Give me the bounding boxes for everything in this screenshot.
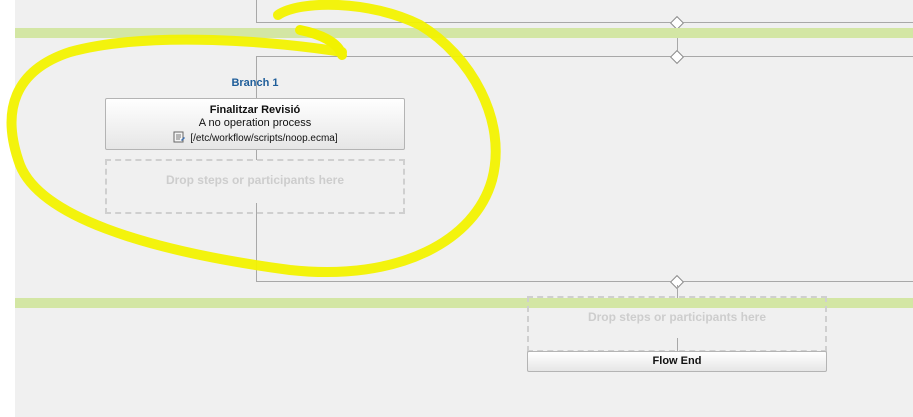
script-path-text: [/etc/workflow/scripts/noop.ecma]: [190, 133, 338, 144]
drop-zone-label: Drop steps or participants here: [587, 310, 767, 324]
step-description: A no operation process: [198, 117, 312, 129]
connector-line: [256, 203, 257, 281]
connector-line: [677, 338, 678, 352]
connector-line: [256, 281, 913, 282]
drop-zone-label: Drop steps or participants here: [165, 173, 345, 187]
workflow-step-finalitzar-revisio[interactable]: Finalitzar Revisió A no operation proces…: [105, 98, 405, 150]
branch-drop-zone[interactable]: Drop steps or participants here: [105, 159, 405, 214]
flow-end-step[interactable]: Flow End: [527, 351, 827, 372]
step-script-path: [/etc/workflow/scripts/noop.ecma]: [106, 131, 404, 145]
swimlane-separator: [15, 28, 913, 38]
step-title: Finalitzar Revisió: [209, 104, 301, 116]
connector-line: [256, 56, 913, 57]
branch-title: Branch 1: [231, 77, 279, 89]
connector-line: [256, 22, 913, 23]
flow-end-label: Flow End: [652, 355, 702, 367]
connector-line: [256, 0, 257, 22]
script-icon: [172, 131, 186, 143]
